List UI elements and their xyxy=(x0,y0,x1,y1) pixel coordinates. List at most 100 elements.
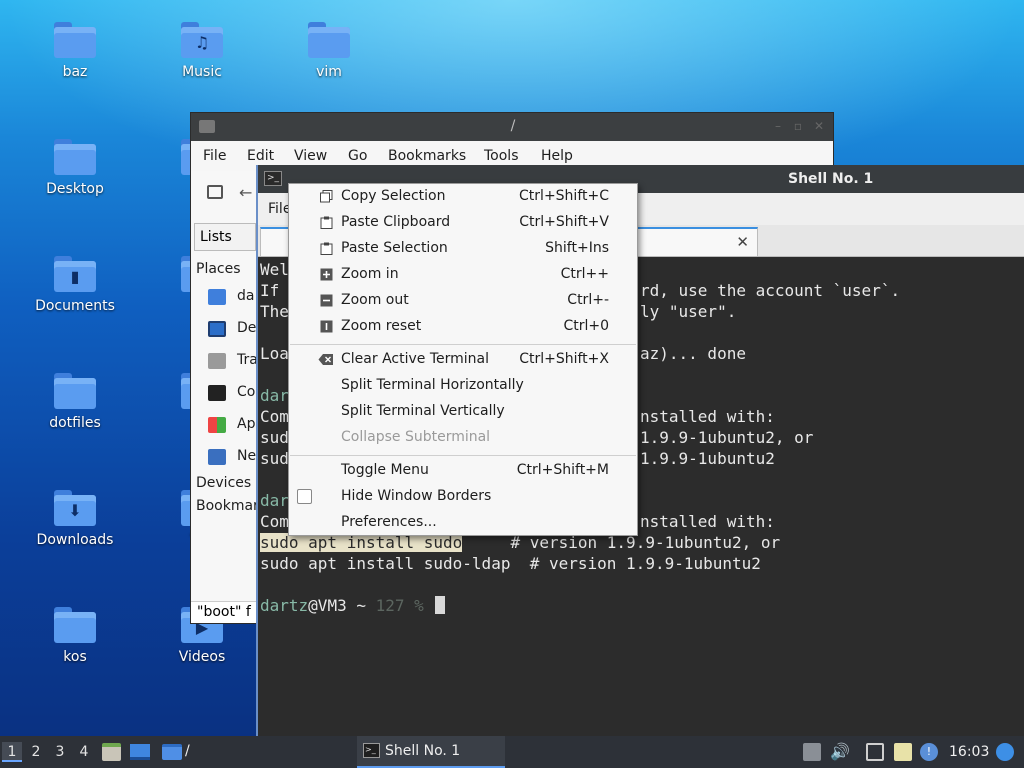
menu-edit[interactable]: Edit xyxy=(247,148,274,164)
workspace-1[interactable]: 1 xyxy=(2,742,22,762)
terminal-line: az)... done xyxy=(640,344,746,363)
checkbox[interactable] xyxy=(297,489,312,504)
lists-button[interactable]: Lists xyxy=(194,223,256,251)
file-manager-launcher-icon[interactable] xyxy=(102,743,121,761)
menu-bookmarks[interactable]: Bookmarks xyxy=(388,148,466,164)
computer-icon xyxy=(208,385,226,401)
places-panel: Places da De Tra Co Ap Ne Devices Bookma… xyxy=(191,255,259,601)
notification-icon[interactable]: ! xyxy=(920,743,938,761)
folder-icon xyxy=(54,373,96,409)
clipboard-icon[interactable] xyxy=(894,743,912,761)
terminal-line: nstalled with: xyxy=(640,407,775,426)
menu-item-zoom-out[interactable]: Zoom out Ctrl+- xyxy=(289,288,637,314)
workspace-3[interactable]: 3 xyxy=(50,742,70,762)
desktop-icon-label: Downloads xyxy=(36,532,114,548)
menu-item-clear-active-terminal[interactable]: Clear Active Terminal Ctrl+Shift+X xyxy=(289,347,637,373)
menu-go[interactable]: Go xyxy=(348,148,367,164)
places-item-desktop[interactable]: De xyxy=(237,320,256,336)
folder-icon xyxy=(54,139,96,175)
folder-icon xyxy=(54,607,96,643)
desktop-folder-music[interactable]: ♫ Music xyxy=(147,22,257,80)
eject-icon[interactable] xyxy=(803,743,821,761)
file-manager-titlebar[interactable]: / – ▫ ✕ xyxy=(191,113,833,141)
places-item-trash[interactable]: Tra xyxy=(237,352,258,368)
desktop-folder-documents[interactable]: ▮ Documents xyxy=(20,256,130,314)
paste-icon xyxy=(320,216,333,229)
menu-item-collapse-subterminal: Collapse Subterminal xyxy=(341,429,491,445)
menu-file[interactable]: File xyxy=(203,148,226,164)
workspace-2[interactable]: 2 xyxy=(26,742,46,762)
terminal-line: If xyxy=(260,281,289,300)
menu-item-copy-selection[interactable]: Copy Selection Ctrl+Shift+C xyxy=(289,184,637,210)
menu-help[interactable]: Help xyxy=(541,148,573,164)
terminal-line: sud xyxy=(260,449,289,468)
terminal-line: Com xyxy=(260,512,289,531)
terminal-line: rd, use the account `user`. xyxy=(640,281,901,300)
menu-separator xyxy=(290,344,636,345)
close-icon[interactable]: ✕ xyxy=(812,119,826,133)
menu-item-zoom-reset[interactable]: Zoom reset Ctrl+0 xyxy=(289,314,637,340)
task-title: Shell No. 1 xyxy=(385,743,461,759)
places-heading: Places xyxy=(196,261,241,277)
downloads-folder-icon: ⬇ xyxy=(54,490,96,526)
terminal-line: nstalled with: xyxy=(640,512,775,531)
window-title: / xyxy=(510,118,516,134)
show-desktop-icon[interactable] xyxy=(130,744,150,760)
folder-icon[interactable] xyxy=(162,744,182,760)
places-item-home[interactable]: da xyxy=(237,288,254,304)
prompt-status: 127 % xyxy=(375,596,434,615)
menu-item-paste-clipboard[interactable]: Paste Clipboard Ctrl+Shift+V xyxy=(289,210,637,236)
back-arrow-icon[interactable]: ← xyxy=(239,183,252,202)
menu-item-split-vertically[interactable]: Split Terminal Vertically xyxy=(289,399,637,425)
terminal-icon: >_ xyxy=(363,743,380,758)
desktop-folder-baz[interactable]: baz xyxy=(20,22,130,80)
terminal-line: The xyxy=(260,302,289,321)
desktop-folder-vim[interactable]: vim xyxy=(274,22,384,80)
menu-item-split-horizontally[interactable]: Split Terminal Horizontally xyxy=(289,373,637,399)
desktop-folder-kos[interactable]: kos xyxy=(20,607,130,665)
network-icon[interactable] xyxy=(866,743,884,761)
taskbar-task-shell[interactable]: >_ Shell No. 1 xyxy=(357,736,505,768)
places-item-applications[interactable]: Ap xyxy=(237,416,255,432)
prompt-user: dartz xyxy=(260,596,309,615)
desktop-folder-downloads[interactable]: ⬇ Downloads xyxy=(20,490,130,548)
menu-item-toggle-menu[interactable]: Toggle Menu Ctrl+Shift+M xyxy=(289,458,637,484)
menu-item-zoom-in[interactable]: Zoom in Ctrl++ xyxy=(289,262,637,288)
terminal-line: Com xyxy=(260,407,289,426)
volume-icon[interactable]: 🔊 xyxy=(830,743,850,761)
workspace-4[interactable]: 4 xyxy=(74,742,94,762)
close-tab-icon[interactable]: ✕ xyxy=(736,233,749,251)
menu-tools[interactable]: Tools xyxy=(484,148,519,164)
terminal-line: Loa xyxy=(260,344,289,363)
desktop-icon-label: baz xyxy=(62,64,88,80)
terminal-icon: >_ xyxy=(264,171,282,186)
folder-icon xyxy=(54,22,96,58)
terminal-line: 1.9.9-1ubuntu2 xyxy=(640,449,775,468)
clock[interactable]: 16:03 xyxy=(949,744,989,760)
status-bar: "boot" f xyxy=(191,601,257,623)
places-item-computer[interactable]: Co xyxy=(237,384,255,400)
text-cursor xyxy=(435,596,446,614)
terminal-context-menu: Copy Selection Ctrl+Shift+C Paste Clipboa… xyxy=(288,183,638,536)
desktop-folder-dotfiles[interactable]: dotfiles xyxy=(20,373,130,431)
terminal-line: sudo apt install sudo-ldap # version 1.9… xyxy=(260,554,761,573)
menu-item-hide-window-borders[interactable]: Hide Window Borders xyxy=(289,484,637,510)
places-item-network[interactable]: Ne xyxy=(237,448,256,464)
prompt-host: @VM3 ~ xyxy=(308,596,376,615)
zoom-in-icon xyxy=(320,268,333,281)
menu-separator xyxy=(290,455,636,456)
menu-view[interactable]: View xyxy=(294,148,327,164)
menu-item-preferences[interactable]: Preferences... xyxy=(289,510,637,536)
desktop-folder-desktop[interactable]: Desktop xyxy=(20,139,130,197)
clear-icon xyxy=(318,354,333,365)
terminal-line: Wel xyxy=(260,260,289,279)
lubuntu-logo-icon[interactable] xyxy=(996,743,1014,761)
new-tab-icon[interactable] xyxy=(207,185,223,199)
menu-item-paste-selection[interactable]: Paste Selection Shift+Ins xyxy=(289,236,637,262)
terminal-line: ly "user". xyxy=(640,302,737,321)
minimize-icon[interactable]: – xyxy=(771,119,785,133)
desktop-icon-label: Desktop xyxy=(46,181,104,197)
copy-icon xyxy=(320,190,333,203)
maximize-icon[interactable]: ▫ xyxy=(791,119,805,133)
terminal-line: 1.9.9-1ubuntu2, or xyxy=(640,428,814,447)
